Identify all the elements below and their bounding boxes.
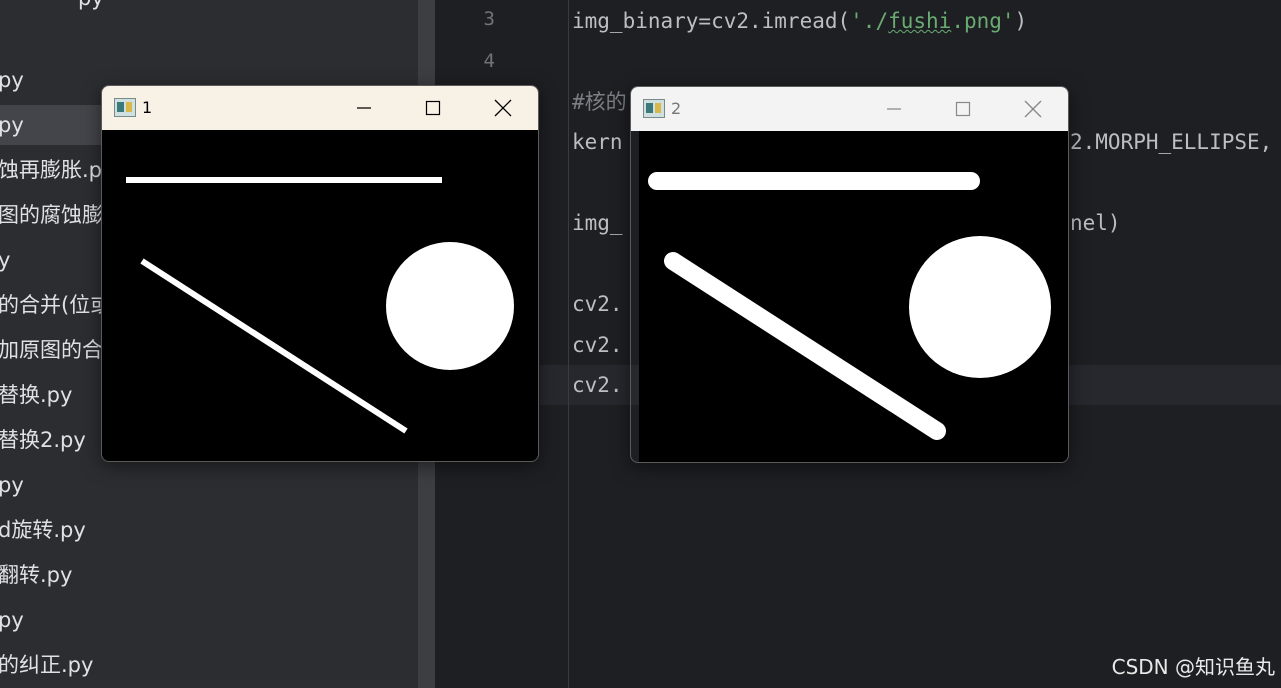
minimize-icon [357,107,371,109]
window-titlebar[interactable]: 1 [102,86,538,130]
code-token: ) [1014,9,1028,33]
circle-shape [386,242,514,370]
window-titlebar[interactable]: 2 [631,87,1068,131]
file-item-label: y [0,248,11,272]
file-item-cut[interactable]: py [0,0,416,18]
binary-image-dilated [648,172,1051,440]
file-item-label: 的合并(位或 [0,293,112,317]
code-line-comment[interactable]: #核的 [572,82,627,122]
code-line-kernel-end[interactable]: 2.MORPH_ELLIPSE, [1070,122,1272,162]
image-canvas [639,131,1068,462]
file-item[interactable]: 的纠正.py [0,645,416,685]
file-item-label: py [0,608,24,632]
app-icon [114,98,136,117]
file-item-label: py [0,113,24,137]
close-button[interactable] [1003,87,1063,131]
line-number: 3 [483,8,495,30]
minimize-button[interactable] [864,87,924,131]
file-item-label: py [0,0,104,10]
file-item-label: 替换2.py [0,428,86,452]
line-number: 4 [483,50,495,72]
desktop: py pypy蚀再膨胀.py图的腐蚀膨胀y的合并(位或加原图的合并替换.py替换… [0,0,1281,688]
code-line-img-end[interactable]: nel) [1070,203,1121,243]
window-title: 1 [142,98,153,117]
string-token: .png' [951,9,1015,33]
image-canvas [102,130,538,461]
gutter-divider [568,0,569,688]
file-item-label: 替换.py [0,383,73,407]
string-token: './ [850,9,889,33]
opencv-window-1[interactable]: 1 [101,85,539,462]
app-icon [643,99,665,118]
file-item-label: 的纠正.py [0,653,94,677]
code-line-cv2[interactable]: cv2. [572,365,623,405]
minimize-button[interactable] [334,86,394,130]
maximize-button[interactable] [933,87,993,131]
file-item[interactable]: d旋转.py [0,510,416,550]
code-line-cv2[interactable]: cv2. [572,284,623,324]
string-token-typo: fushi [888,9,952,33]
file-item-label: 翻转.py [0,563,73,587]
file-item-label: py [0,473,24,497]
diagonal-line-shape [664,252,946,440]
window-title: 2 [671,99,682,118]
close-icon [1024,100,1042,118]
file-item-label: 蚀再膨胀.py [0,158,115,182]
minimize-icon [887,108,901,110]
file-item-label: d旋转.py [0,518,86,542]
close-icon [494,99,512,117]
file-item[interactable]: py [0,465,416,505]
code-line-img-start[interactable]: img_ [572,203,623,243]
opencv-window-2[interactable]: 2 [630,86,1069,463]
code-line-3[interactable]: img_binary=cv2.imread('./fushi.png') [572,1,1027,41]
code-line-cv2[interactable]: cv2. [572,325,623,365]
maximize-icon [955,101,971,117]
maximize-button[interactable] [403,86,463,130]
watermark: CSDN @知识鱼丸 [1111,655,1275,679]
circle-shape [909,236,1051,378]
maximize-icon [425,100,441,116]
binary-image-original [126,177,514,434]
code-token: img_binary=cv2.imread( [572,9,851,33]
file-item-label: py [0,68,24,92]
code-line-kernel-start[interactable]: kern [572,122,623,162]
file-item[interactable]: py [0,600,416,640]
file-item[interactable]: 翻转.py [0,555,416,595]
close-button[interactable] [473,86,533,130]
diagonal-line-shape [140,258,408,434]
